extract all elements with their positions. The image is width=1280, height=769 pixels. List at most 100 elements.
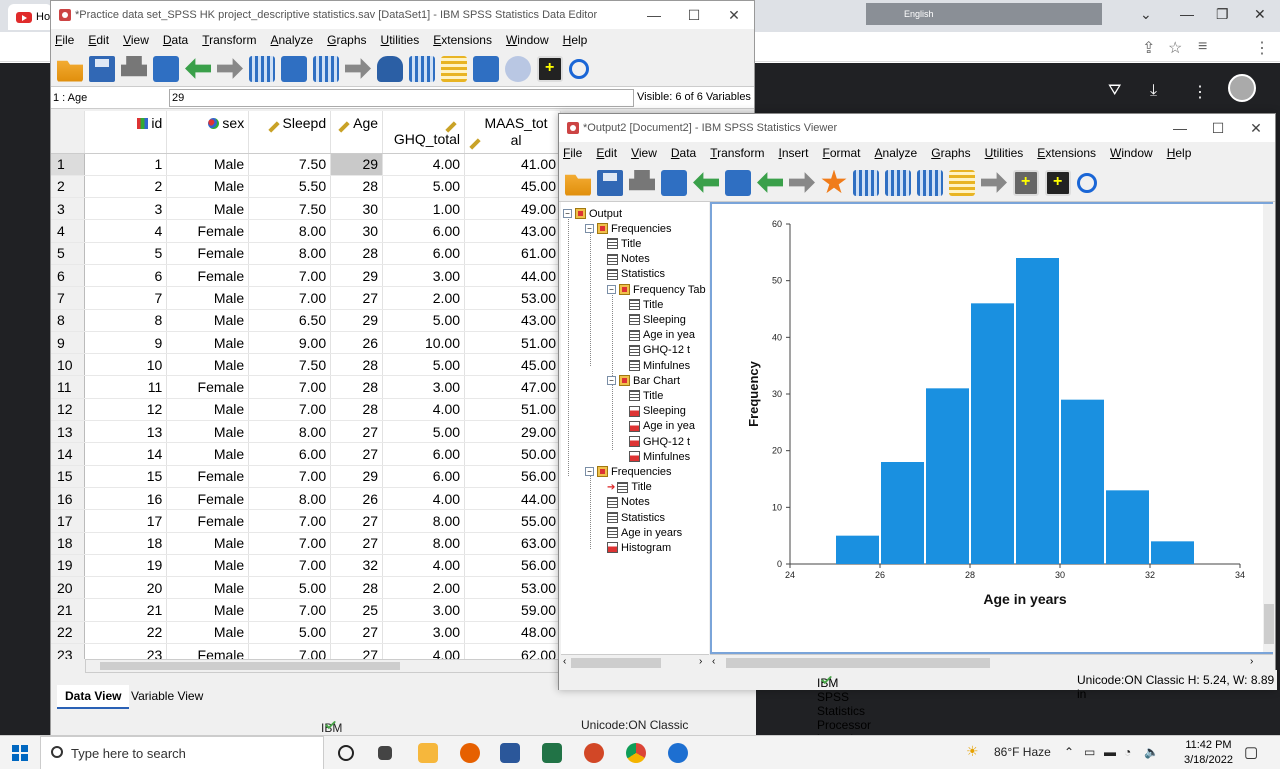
table-cell[interactable]: 32 xyxy=(330,554,384,578)
table-cell[interactable]: 28 xyxy=(330,375,384,399)
menu-edit[interactable]: Edit xyxy=(88,33,109,47)
table-cell[interactable]: 4.00 xyxy=(382,487,466,511)
weather-text[interactable]: 86°F Haze xyxy=(994,745,1051,759)
tray-chevron-icon[interactable]: ⌃ xyxy=(1064,745,1074,759)
table-cell[interactable]: 10.00 xyxy=(382,331,466,355)
table-cell[interactable]: 6 xyxy=(84,264,168,288)
table-cell[interactable]: 3.00 xyxy=(382,375,466,399)
table-cell[interactable]: 23 xyxy=(84,643,168,659)
table-cell[interactable]: 6.50 xyxy=(248,309,332,332)
table-cell[interactable]: 51.00 xyxy=(464,398,561,422)
table-cell[interactable]: 27 xyxy=(330,532,384,555)
menu-data[interactable]: Data xyxy=(671,146,696,160)
avatar[interactable] xyxy=(1228,74,1256,102)
search-icon[interactable] xyxy=(569,58,589,79)
value-labels-icon[interactable] xyxy=(505,55,531,82)
table-cell[interactable]: 8.00 xyxy=(248,420,332,444)
tab-data-view[interactable]: Data View xyxy=(57,685,130,709)
table-cell[interactable]: 7.00 xyxy=(248,465,332,488)
run-descriptive-icon[interactable] xyxy=(345,58,371,79)
row-number[interactable]: 23 xyxy=(51,643,86,659)
table-cell[interactable]: 62.00 xyxy=(464,643,561,659)
row-number[interactable]: 2 xyxy=(51,175,86,199)
table-cell[interactable]: 7.00 xyxy=(248,509,332,533)
table-cell[interactable]: Female xyxy=(166,465,250,488)
collapse-icon[interactable]: − xyxy=(607,376,616,386)
collapse-icon[interactable]: − xyxy=(607,285,616,294)
scroll-thumb[interactable] xyxy=(571,658,661,668)
table-cell[interactable]: 7.50 xyxy=(248,197,332,221)
menu-window[interactable]: Window xyxy=(1110,146,1153,160)
menu-edit[interactable]: Edit xyxy=(596,146,617,160)
table-cell[interactable]: 15 xyxy=(84,465,168,488)
maximize-icon[interactable]: ☐ xyxy=(1199,114,1237,142)
outline-item[interactable]: Title xyxy=(629,388,663,403)
table-cell[interactable]: 7.00 xyxy=(248,643,332,659)
table-cell[interactable]: 27 xyxy=(330,643,384,659)
table-cell[interactable]: 30 xyxy=(330,219,384,243)
row-number[interactable]: 13 xyxy=(51,420,86,444)
table-cell[interactable]: 26 xyxy=(330,487,384,511)
table-cell[interactable]: 3 xyxy=(84,197,168,221)
table-cell[interactable]: Female xyxy=(166,375,250,399)
outline-item[interactable]: Sleeping xyxy=(629,404,686,419)
table-cell[interactable]: 27 xyxy=(330,442,384,466)
outline-item[interactable]: − Output xyxy=(563,206,622,221)
table-cell[interactable]: 5.00 xyxy=(248,576,332,600)
table-cell[interactable]: 27 xyxy=(330,509,384,533)
table-cell[interactable]: Male xyxy=(166,175,250,199)
table-cell[interactable]: 56.00 xyxy=(464,465,561,488)
table-cell[interactable]: 3.00 xyxy=(382,598,466,622)
word-icon[interactable] xyxy=(500,743,520,763)
variables-icon[interactable] xyxy=(313,55,339,82)
taskbar-search[interactable]: Type here to search xyxy=(40,736,324,769)
table-cell[interactable]: 18 xyxy=(84,532,168,555)
table-cell[interactable]: 43.00 xyxy=(464,219,561,243)
row-number[interactable]: 20 xyxy=(51,576,86,600)
close-icon[interactable]: ✕ xyxy=(714,1,754,29)
redo-icon[interactable] xyxy=(789,172,815,193)
notification-icon[interactable]: ▢ xyxy=(1244,743,1258,761)
outline-item[interactable]: Minfulnes xyxy=(629,449,690,464)
table-cell[interactable]: 7.50 xyxy=(248,353,332,377)
table-cell[interactable]: 6.00 xyxy=(248,442,332,466)
table-cell[interactable]: 29.00 xyxy=(464,420,561,444)
table-cell[interactable]: 28 xyxy=(330,353,384,377)
close-icon[interactable]: ✕ xyxy=(1237,114,1275,142)
table-cell[interactable]: 41.00 xyxy=(464,153,561,176)
table-cell[interactable]: 22 xyxy=(84,621,168,645)
menu-transform[interactable]: Transform xyxy=(202,33,256,47)
export-icon[interactable] xyxy=(693,172,719,193)
table-cell[interactable]: 45.00 xyxy=(464,175,561,199)
minimize-icon[interactable]: — xyxy=(634,1,674,29)
table-cell[interactable]: Male xyxy=(166,420,250,444)
table-cell[interactable]: Male xyxy=(166,286,250,310)
table-cell[interactable]: Male xyxy=(166,598,250,622)
table-cell[interactable]: 7.00 xyxy=(248,554,332,578)
menu-insert[interactable]: Insert xyxy=(778,146,808,160)
split-file-icon[interactable] xyxy=(473,55,499,82)
row-number[interactable]: 3 xyxy=(51,197,86,221)
table-cell[interactable]: 50.00 xyxy=(464,442,561,466)
table-cell[interactable]: 6.00 xyxy=(382,442,466,466)
save-icon[interactable] xyxy=(89,55,115,82)
row-number[interactable]: 8 xyxy=(51,309,86,332)
search-icon[interactable] xyxy=(1077,172,1097,193)
table-cell[interactable]: 45.00 xyxy=(464,353,561,377)
menu-view[interactable]: View xyxy=(631,146,657,160)
use-variable-sets-icon[interactable] xyxy=(1045,169,1071,196)
recall-dialog-icon[interactable] xyxy=(725,169,751,196)
corner-cell[interactable] xyxy=(51,111,86,154)
outline-item[interactable]: Histogram xyxy=(607,540,671,555)
table-cell[interactable]: Male xyxy=(166,621,250,645)
row-number[interactable]: 9 xyxy=(51,331,86,355)
row-number[interactable]: 5 xyxy=(51,242,86,265)
table-cell[interactable]: 5.00 xyxy=(382,309,466,332)
column-header-age[interactable]: Age xyxy=(330,111,384,154)
table-cell[interactable]: 29 xyxy=(330,309,384,332)
table-cell[interactable]: 8.00 xyxy=(248,242,332,265)
table-cell[interactable]: Female xyxy=(166,264,250,288)
column-header-maas-total[interactable]: MAAS_total xyxy=(464,111,561,154)
table-cell[interactable]: Female xyxy=(166,242,250,265)
minimize-icon[interactable]: — xyxy=(1161,114,1199,142)
